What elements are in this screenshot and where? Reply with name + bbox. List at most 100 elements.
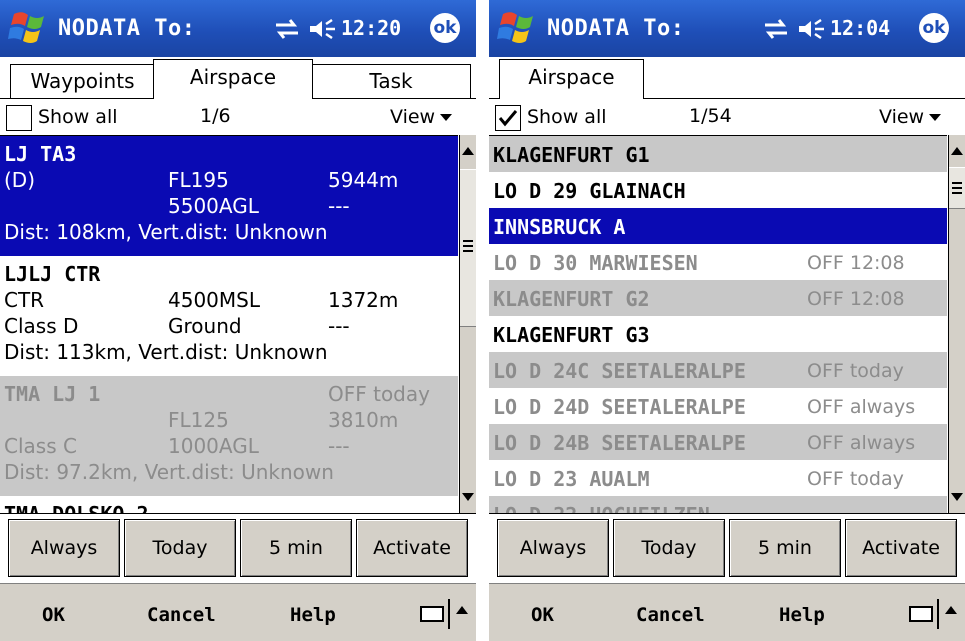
activate-button[interactable]: Activate [845, 519, 957, 577]
ok-softkey[interactable]: OK [42, 604, 65, 626]
airspace-class-detail: Class C [4, 434, 77, 458]
window-title: NODATA To: [58, 16, 196, 41]
airspace-name: LO D 24B SEETALERALPE [493, 431, 746, 455]
activate-button[interactable]: Activate [356, 519, 468, 577]
list-item[interactable]: LJLJ CTR CTR 4500MSL 1372m Class D Groun… [0, 256, 458, 376]
volume-icon[interactable] [308, 17, 338, 41]
show-all-checkbox[interactable] [6, 105, 32, 131]
arrow-up-icon [462, 147, 474, 155]
list-item[interactable]: KLAGENFURT G3 [489, 316, 947, 352]
tab-airspace[interactable]: Airspace [499, 59, 644, 99]
checkmark-icon [498, 110, 518, 127]
ok-softkey[interactable]: OK [531, 604, 554, 626]
list-item[interactable]: LO D 30 MARWIESEN OFF 12:08 [489, 244, 947, 280]
airspace-class: (D) [4, 168, 36, 192]
always-button[interactable]: Always [497, 519, 609, 577]
scroll-up-button[interactable] [949, 135, 965, 167]
list-item[interactable]: LO D 24C SEETALERALPE OFF today [489, 352, 947, 388]
tab-task[interactable]: Task [311, 64, 471, 98]
view-menu[interactable]: View [879, 106, 924, 128]
airspace-status: OFF always [807, 432, 916, 454]
list-item[interactable]: KLAGENFURT G1 [489, 136, 947, 172]
five-min-button[interactable]: 5 min [729, 519, 841, 577]
volume-icon[interactable] [797, 17, 827, 41]
list-item[interactable]: LO D 29 GLAINACH [489, 172, 947, 208]
screen-airspace-detail: NODATA To: 12:20 ok Waypoints Airspace T… [0, 0, 476, 641]
screen-airspace-list: NODATA To: 12:04 ok Airspace Show all 1/… [489, 0, 965, 641]
keyboard-icon[interactable] [909, 606, 933, 622]
airspace-bottom-m: --- [328, 314, 350, 338]
list-scrollbar[interactable] [459, 135, 476, 513]
clock[interactable]: 12:20 [341, 16, 401, 40]
show-all-label: Show all [38, 106, 118, 128]
title-bar: NODATA To: 12:04 ok [489, 0, 965, 57]
connectivity-icon[interactable] [272, 17, 302, 41]
scroll-thumb[interactable] [949, 167, 965, 209]
chevron-down-icon[interactable] [440, 114, 452, 121]
airspace-bottom-m: --- [328, 194, 350, 218]
scroll-down-button[interactable] [460, 481, 476, 513]
tab-strip: Waypoints Airspace Task [0, 57, 476, 99]
airspace-list[interactable]: LJ TA3 (D) FL195 5944m 5500AGL --- Dist:… [0, 135, 458, 514]
list-item[interactable]: LO D 24D SEETALERALPE OFF always [489, 388, 947, 424]
airspace-distance: Dist: 113km, Vert.dist: Unknown [4, 340, 328, 364]
airspace-top-m: 3810m [328, 408, 399, 432]
list-item[interactable]: LO D 23 AUALM OFF today [489, 460, 947, 496]
airspace-bottom: 1000AGL [168, 434, 259, 458]
ok-icon[interactable]: ok [430, 13, 460, 43]
help-softkey[interactable]: Help [290, 604, 336, 626]
airspace-list[interactable]: KLAGENFURT G1 LO D 29 GLAINACH INNSBRUCK… [489, 135, 947, 514]
input-menu-arrow-icon[interactable] [945, 606, 957, 614]
tab-waypoints[interactable]: Waypoints [10, 64, 155, 98]
airspace-name: LJLJ CTR [4, 262, 101, 286]
keyboard-icon[interactable] [420, 606, 444, 622]
airspace-class-detail: Class D [4, 314, 79, 338]
cancel-softkey[interactable]: Cancel [636, 604, 705, 626]
arrow-up-icon [951, 147, 963, 155]
show-all-checkbox[interactable] [495, 105, 521, 131]
airspace-top: FL195 [168, 168, 229, 192]
view-menu[interactable]: View [390, 106, 435, 128]
list-item[interactable]: INNSBRUCK A [489, 208, 947, 244]
airspace-name: LO D 29 GLAINACH [493, 179, 686, 203]
clock[interactable]: 12:04 [830, 16, 890, 40]
list-item[interactable]: TMA LJ 1 OFF today FL125 3810m Class C 1… [0, 376, 458, 496]
airspace-name: LO D 30 MARWIESEN [493, 251, 698, 275]
action-buttons: Always Today 5 min Activate [489, 513, 965, 584]
five-min-button[interactable]: 5 min [240, 519, 352, 577]
list-item[interactable]: TMA DOLSKO 2 [0, 496, 458, 514]
airspace-name: KLAGENFURT G3 [493, 323, 650, 347]
chevron-down-icon[interactable] [929, 114, 941, 121]
list-item[interactable]: KLAGENFURT G2 OFF 12:08 [489, 280, 947, 316]
window-title: NODATA To: [547, 16, 685, 41]
cancel-softkey[interactable]: Cancel [147, 604, 216, 626]
ok-icon[interactable]: ok [919, 13, 949, 43]
today-button[interactable]: Today [124, 519, 236, 577]
list-item[interactable]: LJ TA3 (D) FL195 5944m 5500AGL --- Dist:… [0, 136, 458, 256]
arrow-down-icon [462, 493, 474, 501]
today-button[interactable]: Today [613, 519, 725, 577]
airspace-status: OFF 12:08 [807, 288, 905, 310]
airspace-name: KLAGENFURT G1 [493, 143, 650, 167]
list-scrollbar[interactable] [948, 135, 965, 513]
always-button[interactable]: Always [8, 519, 120, 577]
airspace-name: KLAGENFURT G2 [493, 287, 650, 311]
help-softkey[interactable]: Help [779, 604, 825, 626]
list-item[interactable]: LO D 22 HOCHFILZEN [489, 496, 947, 514]
scroll-up-button[interactable] [460, 135, 476, 167]
airspace-name: LO D 23 AUALM [493, 467, 650, 491]
scroll-down-button[interactable] [949, 481, 965, 513]
tab-airspace[interactable]: Airspace [153, 59, 313, 99]
windows-start-icon[interactable] [8, 8, 52, 48]
list-item[interactable]: LO D 24B SEETALERALPE OFF always [489, 424, 947, 460]
item-counter: 1/54 [689, 105, 732, 127]
connectivity-icon[interactable] [761, 17, 791, 41]
input-menu-arrow-icon[interactable] [456, 606, 468, 614]
options-row: Show all 1/54 View [489, 99, 965, 135]
windows-start-icon[interactable] [497, 8, 541, 48]
airspace-name: LJ TA3 [4, 142, 77, 166]
airspace-name: LO D 24D SEETALERALPE [493, 395, 746, 419]
airspace-bottom: 5500AGL [168, 194, 259, 218]
airspace-class: CTR [4, 288, 45, 312]
scroll-thumb[interactable] [460, 169, 476, 327]
